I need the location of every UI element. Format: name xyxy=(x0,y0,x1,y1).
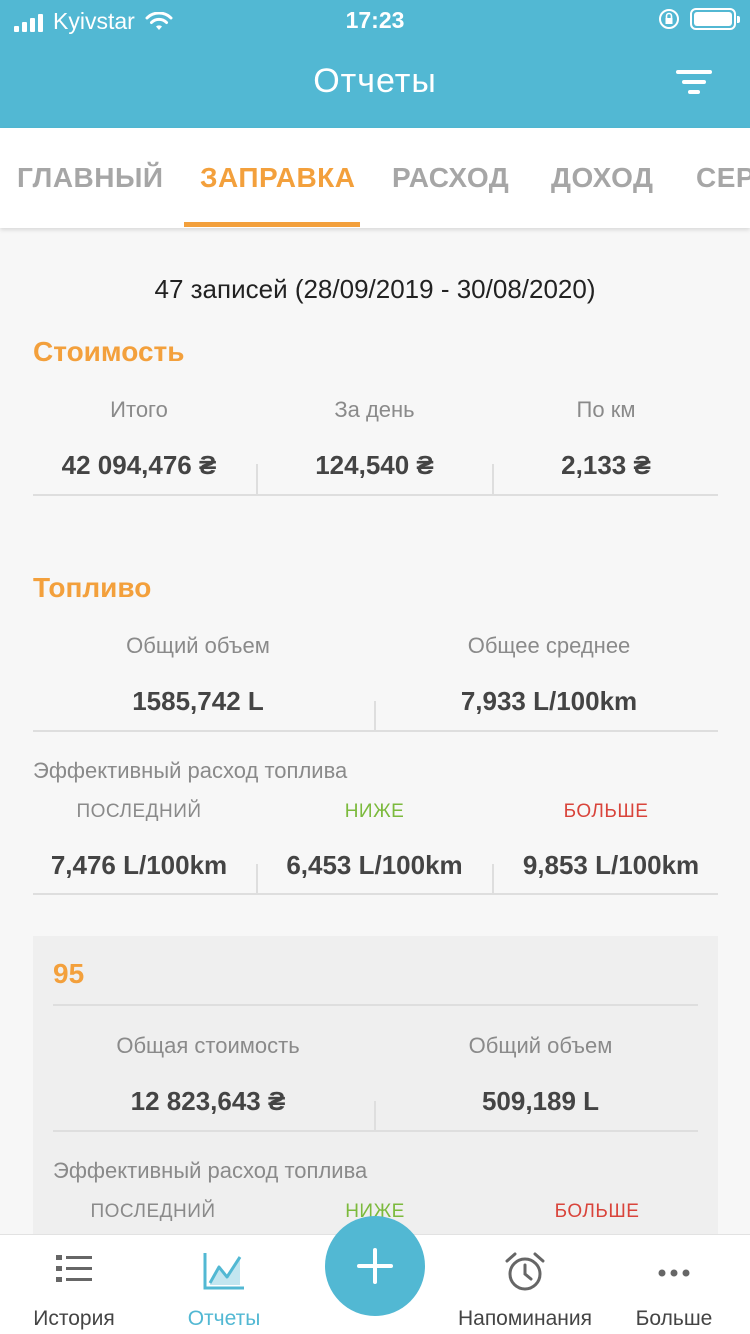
fuel-type-efficiency-last-label: ПОСЛЕДНИЙ xyxy=(90,1201,216,1222)
fuel-average-value: 7,933 L/100km xyxy=(460,686,638,716)
fuel-total-volume-label: Общий объем xyxy=(126,633,270,658)
fuel-type-card: 95 Общая стоимость Общий объем 12 823,64… xyxy=(33,936,718,1256)
divider xyxy=(374,701,376,731)
more-dots-icon xyxy=(658,1269,690,1277)
cost-per-km-label: По км xyxy=(576,397,636,422)
cost-section-title: Стоимость xyxy=(33,336,185,367)
cost-per-day-label: За день xyxy=(334,397,415,422)
tab-refueling[interactable]: ЗАПРАВКА xyxy=(200,162,355,194)
list-icon xyxy=(56,1255,92,1282)
fuel-type-efficiency-label: Эффективный расход топлива xyxy=(53,1158,368,1183)
fuel-type-cost-label: Общая стоимость xyxy=(116,1033,300,1058)
divider xyxy=(53,1004,698,1006)
efficiency-last-label: ПОСЛЕДНИЙ xyxy=(76,801,202,822)
nav-more-label: Больше xyxy=(635,1307,713,1330)
nav-reports-label: Отчеты xyxy=(187,1307,261,1330)
efficiency-last-value: 7,476 L/100km xyxy=(50,850,228,880)
divider xyxy=(53,1130,698,1132)
divider xyxy=(256,464,258,494)
alarm-clock-icon xyxy=(505,1252,545,1291)
fuel-total-volume-value: 1585,742 L xyxy=(132,686,264,716)
tab-income[interactable]: ДОХОД xyxy=(551,162,653,194)
fuel-type-title: 95 xyxy=(53,958,85,989)
app-header: Kyivstar 17:23 Отчеты xyxy=(0,0,750,128)
fuel-type-volume-label: Общий объем xyxy=(468,1033,613,1058)
nav-more[interactable]: Больше xyxy=(600,1235,748,1334)
divider xyxy=(374,1101,376,1131)
filter-button[interactable] xyxy=(674,66,714,98)
efficiency-higher-label: БОЛЬШЕ xyxy=(563,801,649,822)
divider xyxy=(33,893,718,895)
add-record-button[interactable] xyxy=(325,1216,425,1316)
tab-main[interactable]: ГЛАВНЫЙ xyxy=(17,162,164,194)
fuel-section-title: Топливо xyxy=(33,572,152,603)
divider xyxy=(492,864,494,894)
status-time: 17:23 xyxy=(345,7,405,33)
divider xyxy=(256,864,258,894)
divider xyxy=(33,494,718,496)
battery-icon xyxy=(690,8,740,30)
active-tab-indicator xyxy=(184,222,360,227)
efficiency-lower-value: 6,453 L/100km xyxy=(286,850,463,880)
fuel-type-efficiency-higher-label: БОЛЬШЕ xyxy=(554,1201,640,1222)
report-tabs: ГЛАВНЫЙ ЗАПРАВКА РАСХОД ДОХОД СЕР xyxy=(0,128,750,228)
efficiency-higher-value: 9,853 L/100km xyxy=(522,850,700,880)
nav-reminders[interactable]: Напоминания xyxy=(450,1235,600,1334)
nav-reports[interactable]: Отчеты xyxy=(150,1235,298,1334)
nav-reminders-label: Напоминания xyxy=(457,1307,593,1330)
cost-per-km-value: 2,133 ₴ xyxy=(561,450,651,480)
plus-icon xyxy=(357,1248,393,1284)
tab-expense[interactable]: РАСХОД xyxy=(392,162,509,194)
page-title: Отчеты xyxy=(313,62,437,100)
chart-icon xyxy=(203,1253,244,1290)
cost-total-value: 42 094,476 ₴ xyxy=(61,450,217,480)
cost-total-label: Итого xyxy=(110,397,168,422)
cost-per-day-value: 124,540 ₴ xyxy=(315,450,434,480)
nav-history[interactable]: История xyxy=(0,1235,148,1334)
fuel-type-volume-value: 509,189 L xyxy=(481,1086,600,1116)
divider xyxy=(33,730,718,732)
fuel-average-label: Общее среднее xyxy=(467,633,631,658)
divider xyxy=(492,464,494,494)
tab-service[interactable]: СЕР xyxy=(696,162,750,194)
status-bar: Kyivstar 17:23 xyxy=(0,0,750,40)
records-range: 47 записей (28/09/2019 - 30/08/2020) xyxy=(154,274,596,304)
rotation-lock-icon xyxy=(659,9,679,29)
efficiency-label: Эффективный расход топлива xyxy=(33,758,348,783)
nav-history-label: История xyxy=(33,1307,115,1330)
efficiency-lower-label: НИЖЕ xyxy=(344,801,405,822)
fuel-type-cost-value: 12 823,643 ₴ xyxy=(130,1086,286,1116)
